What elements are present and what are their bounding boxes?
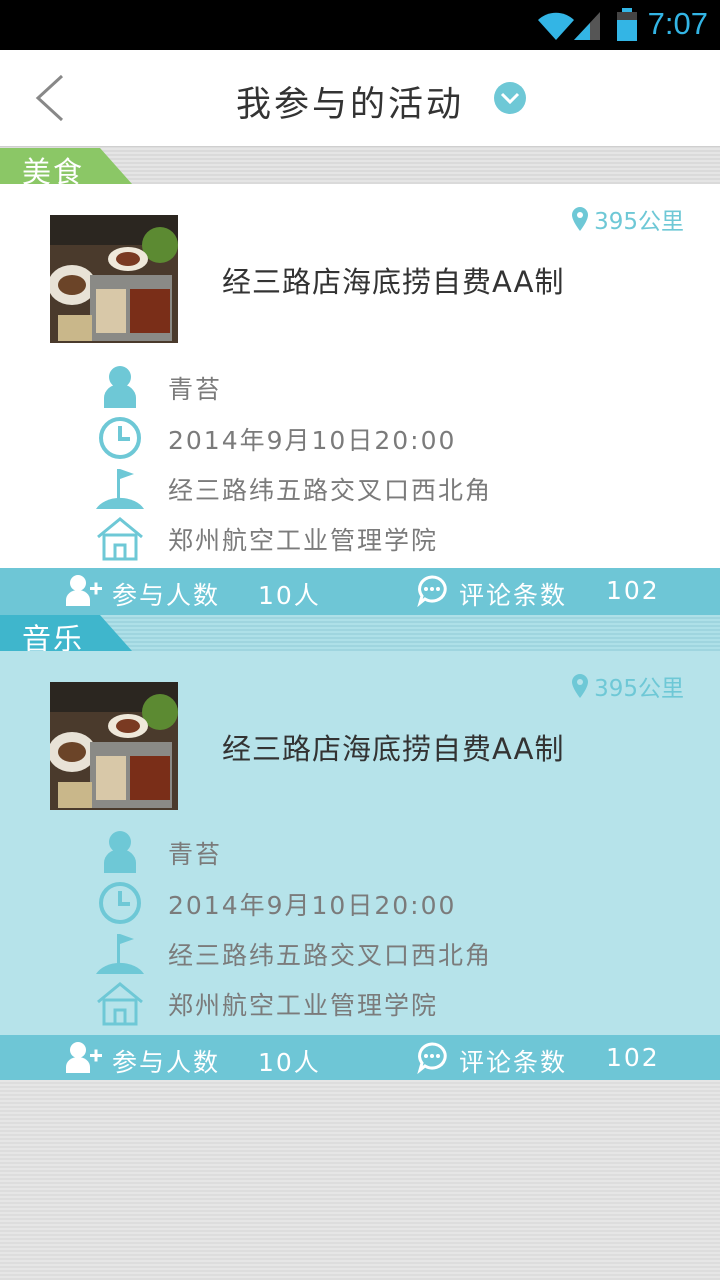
activity-thumbnail[interactable] (50, 215, 178, 343)
category-bar: 音乐 (0, 615, 720, 656)
comments-label: 评论条数 (459, 1048, 568, 1077)
flag-hill-icon (96, 934, 144, 974)
card-body: 395公里 经三路店海底捞自费AA制 青苔 2014年9月10日20:00 经三… (0, 184, 720, 568)
chevron-left-icon (35, 74, 64, 122)
house-icon (97, 982, 143, 1026)
location-row: 经三路纬五路交叉口西北角 (0, 930, 720, 976)
organizer-row: 青苔 (0, 829, 720, 875)
chevron-down-icon (494, 82, 526, 114)
comments-label: 评论条数 (459, 581, 568, 610)
activity-card[interactable]: 美食 395公里 经三路店海底捞自费AA制 青苔 2014年9月10日20:00… (0, 148, 720, 615)
category-bar: 美食 (0, 148, 720, 189)
activity-card[interactable]: 音乐 395公里 经三路店海底捞自费AA制 青苔 2014年9月10日20:00… (0, 615, 720, 1080)
house-icon (97, 517, 143, 561)
activity-location: 经三路纬五路交叉口西北角 (168, 476, 493, 505)
status-bar: 7:07 (0, 0, 720, 50)
distance: 395公里 (572, 669, 684, 703)
battery-icon (617, 8, 637, 41)
time-row: 2014年9月10日20:00 (0, 415, 720, 461)
title-dropdown-button[interactable] (493, 81, 527, 115)
time-row: 2014年9月10日20:00 (0, 880, 720, 926)
location-row: 经三路纬五路交叉口西北角 (0, 465, 720, 511)
comments-value: 102 (606, 1043, 660, 1072)
flag-hill-icon (96, 469, 144, 509)
clock-icon (99, 417, 141, 459)
participants-label: 参与人数 (112, 581, 221, 610)
activity-thumbnail[interactable] (50, 682, 178, 810)
participants-value: 10人 (258, 1048, 321, 1077)
participants-value: 10人 (258, 581, 321, 610)
activity-location: 经三路纬五路交叉口西北角 (168, 941, 493, 970)
organizer-row: 青苔 (0, 364, 720, 410)
activity-time: 2014年9月10日20:00 (168, 891, 457, 920)
person-icon (104, 831, 136, 873)
back-button[interactable] (22, 70, 82, 126)
app-header: 我参与的活动 (0, 50, 720, 147)
card-body: 395公里 经三路店海底捞自费AA制 青苔 2014年9月10日20:00 经三… (0, 651, 720, 1035)
comments-value: 102 (606, 576, 660, 605)
signal-icon (574, 12, 600, 40)
card-footer: 参与人数 10人 评论条数 102 (0, 568, 720, 615)
activity-venue: 郑州航空工业管理学院 (168, 526, 439, 555)
activity-title: 经三路店海底捞自费AA制 (222, 732, 565, 766)
organizer-name: 青苔 (168, 375, 223, 404)
wifi-icon (538, 12, 574, 40)
location-pin-icon (572, 207, 589, 231)
page-title: 我参与的活动 (236, 85, 465, 125)
comment-bubble-icon (417, 1042, 447, 1075)
venue-row: 郑州航空工业管理学院 (0, 980, 720, 1026)
add-person-icon (66, 575, 102, 606)
distance-value: 395公里 (594, 676, 684, 702)
organizer-name: 青苔 (168, 840, 223, 869)
person-icon (104, 366, 136, 408)
distance: 395公里 (572, 202, 684, 236)
card-footer: 参与人数 10人 评论条数 102 (0, 1035, 720, 1080)
add-person-icon (66, 1042, 102, 1073)
distance-value: 395公里 (594, 209, 684, 235)
activity-venue: 郑州航空工业管理学院 (168, 991, 439, 1020)
clock-icon (99, 882, 141, 924)
comment-bubble-icon (417, 575, 447, 608)
activity-title: 经三路店海底捞自费AA制 (222, 265, 565, 299)
location-pin-icon (572, 674, 589, 698)
status-time: 7:07 (647, 6, 708, 41)
participants-label: 参与人数 (112, 1048, 221, 1077)
venue-row: 郑州航空工业管理学院 (0, 515, 720, 561)
activity-time: 2014年9月10日20:00 (168, 426, 457, 455)
